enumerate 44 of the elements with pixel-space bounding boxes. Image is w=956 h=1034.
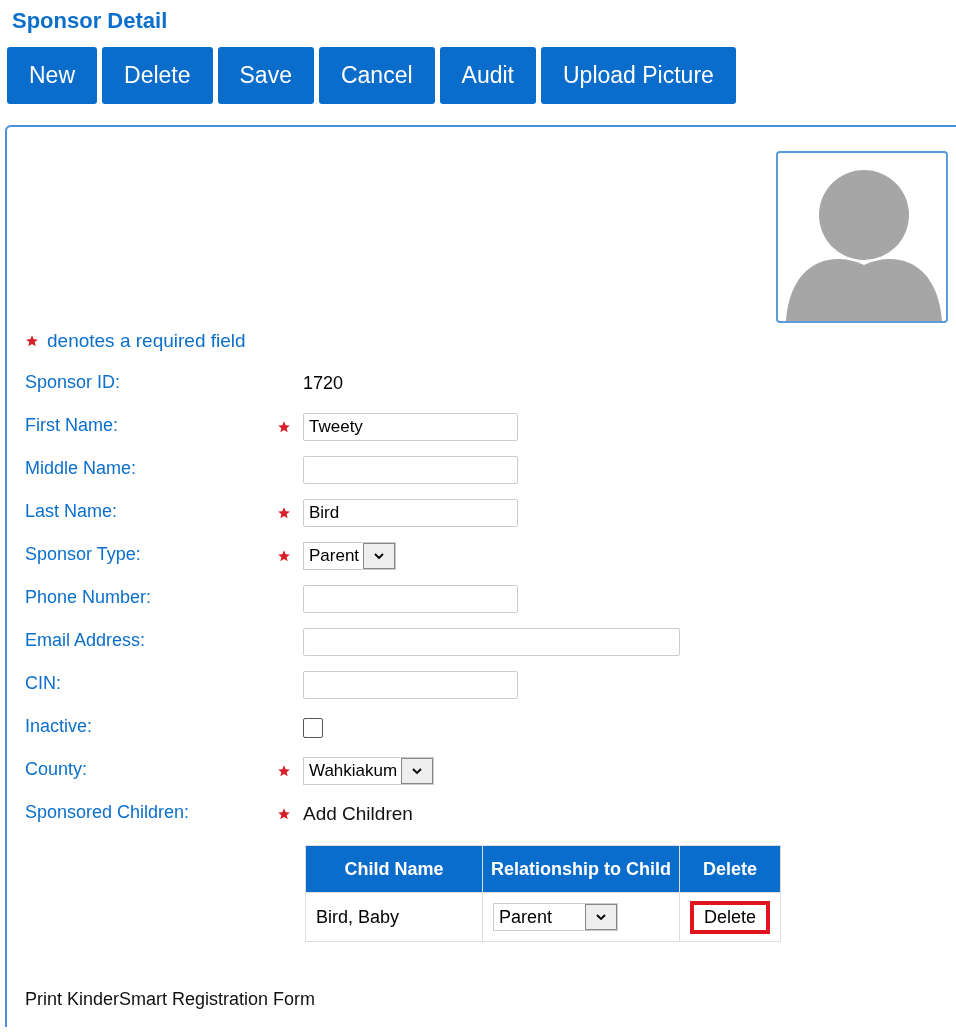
field-label: First Name: [25,415,118,436]
caret-icon [595,911,607,923]
required-star-icon [25,334,39,348]
toolbar-button[interactable]: New [7,47,97,104]
field-label: Phone Number: [25,587,152,608]
field-label: Middle Name: [25,458,137,479]
input-field[interactable] [303,670,518,699]
field-label: Sponsor Type: [25,544,141,565]
column-header: Relationship to Child [482,845,680,893]
dropdown[interactable]: Parent [493,903,618,931]
required-star-icon [277,806,291,821]
input-field[interactable]: Bird [303,498,518,527]
toolbar-button[interactable]: Upload Picture [541,47,736,104]
input-field[interactable] [303,627,680,656]
input-field[interactable] [303,455,518,484]
column-header: Delete [679,845,781,893]
field-label: Sponsor ID: [25,372,121,393]
field-label: Sponsored Children: [25,802,190,823]
dropdown[interactable]: Parent [303,541,397,570]
input-field[interactable] [303,584,518,613]
required-star-icon [277,763,291,778]
field-value: 1720 [303,373,344,394]
checkbox[interactable] [303,717,323,738]
field-label: County: [25,759,88,780]
field-label: Inactive: [25,716,93,737]
toolbar-button[interactable]: Cancel [318,47,435,104]
table-cell: Bird, Baby [305,892,483,942]
print-form-link[interactable]: Print KinderSmart Registration Form [25,989,316,1010]
toolbar-button[interactable]: Delete [102,47,213,104]
page-title: Sponsor Detail [12,8,168,34]
toolbar-button[interactable]: Save [217,47,314,104]
required-star-icon [277,505,291,520]
dropdown[interactable]: Wahkiakum [303,756,435,785]
field-label: CIN: [25,673,61,694]
required-star-icon [277,419,291,434]
required-note: denotes a required field [47,330,246,352]
column-header: Child Name [305,845,483,893]
add-children-link[interactable]: Add Children [303,802,413,825]
required-star-icon [277,548,291,563]
delete-button[interactable]: Delete [690,900,771,934]
field-label: Last Name: [25,501,118,522]
field-label: Email Address: [25,630,146,651]
input-field[interactable]: Tweety [303,412,518,441]
toolbar-button[interactable]: Audit [439,47,536,104]
